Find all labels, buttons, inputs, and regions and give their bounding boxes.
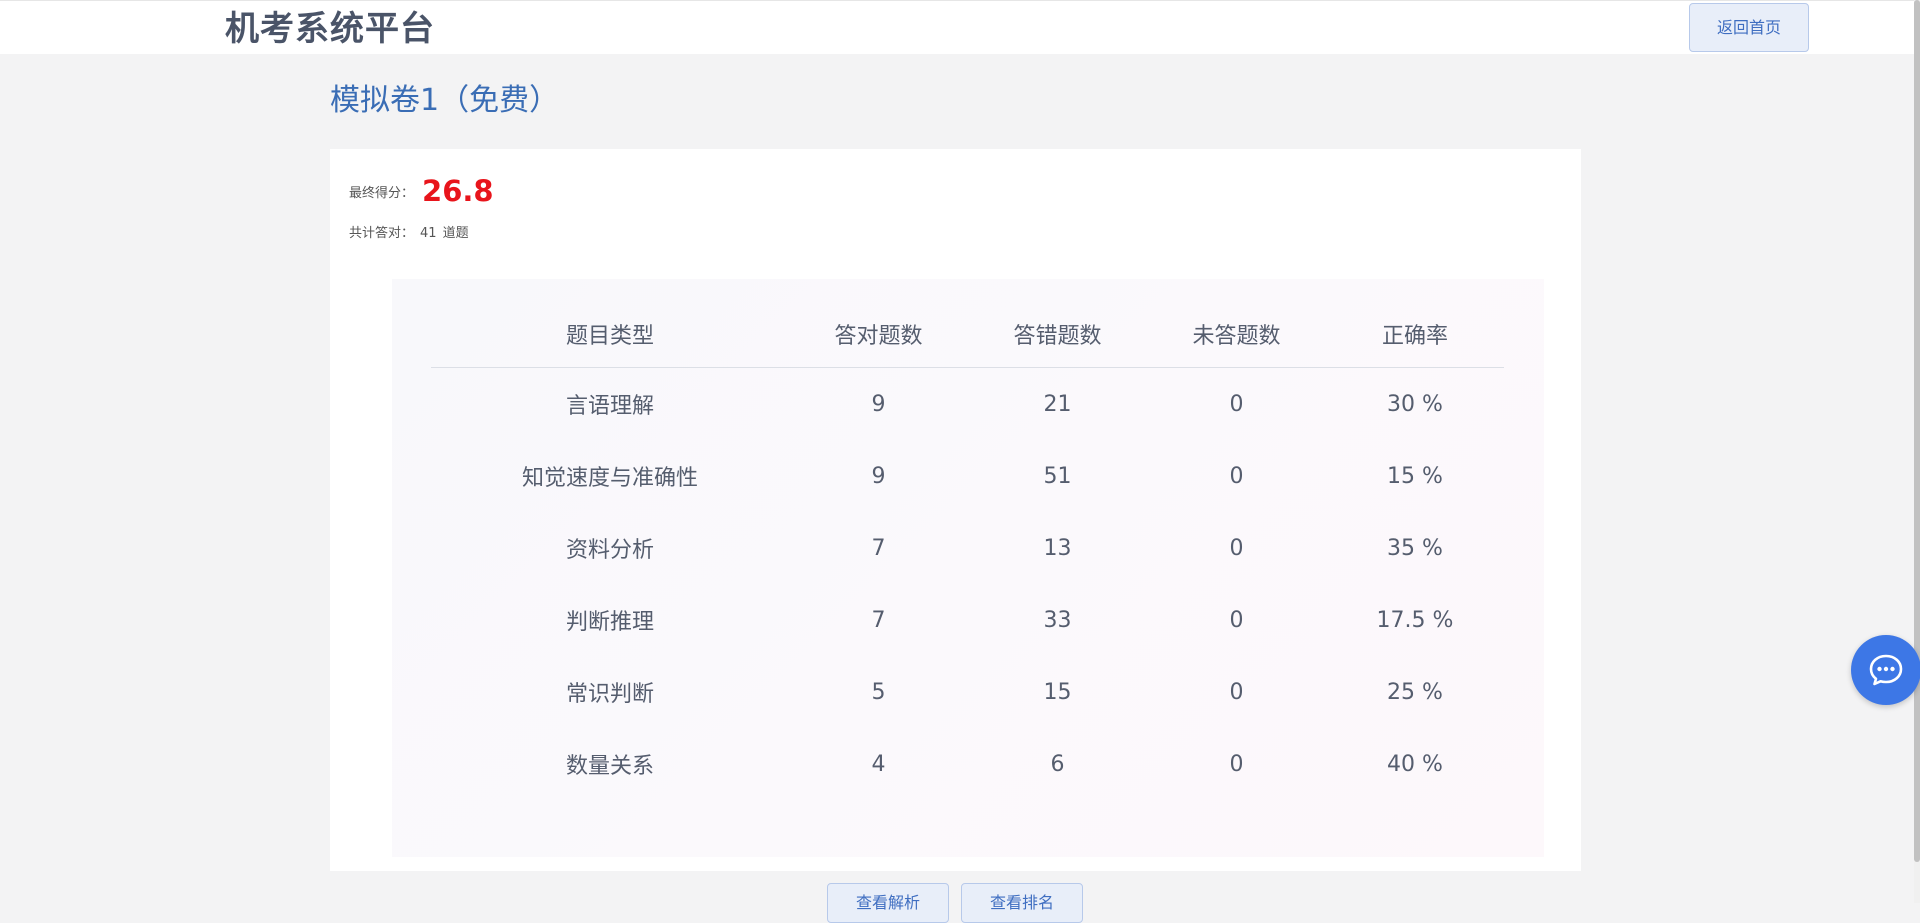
final-score-value: 26.8 xyxy=(422,174,494,208)
cell-correct-count: 5 xyxy=(871,679,886,705)
cell-accuracy: 35 % xyxy=(1387,535,1443,561)
header-accuracy: 正确率 xyxy=(1326,301,1504,368)
correct-total-count: 41 xyxy=(420,226,437,241)
cell-wrong-count: 15 xyxy=(1043,679,1072,705)
back-home-button[interactable]: 返回首页 xyxy=(1689,3,1809,52)
header-wrong-count: 答错题数 xyxy=(968,301,1147,368)
cell-correct-count: 9 xyxy=(871,391,886,417)
view-ranking-button[interactable]: 查看排名 xyxy=(961,883,1083,923)
result-card: 最终得分： 26.8 共计答对： 41 道题 题目类型 答对题数 答错题数 未答题数… xyxy=(330,149,1581,871)
cell-unanswered-count: 0 xyxy=(1229,751,1244,777)
cell-wrong-count: 21 xyxy=(1043,391,1072,417)
top-navbar: 机考系统平台 返回首页 xyxy=(0,0,1914,54)
header-question-type: 题目类型 xyxy=(431,301,789,368)
cell-unanswered-count: 0 xyxy=(1229,463,1244,489)
cell-wrong-count: 13 xyxy=(1043,535,1072,561)
cell-question-type: 资料分析 xyxy=(565,538,654,563)
cell-correct-count: 4 xyxy=(871,751,886,777)
cell-question-type: 言语理解 xyxy=(565,394,654,419)
final-score-label: 最终得分： xyxy=(349,185,415,201)
header-unanswered-count: 未答题数 xyxy=(1147,301,1326,368)
cell-unanswered-count: 0 xyxy=(1229,679,1244,705)
cell-accuracy: 30 % xyxy=(1387,391,1443,417)
correct-total-unit: 道题 xyxy=(442,226,469,241)
cell-question-type: 常识判断 xyxy=(565,682,654,707)
chat-button[interactable] xyxy=(1851,635,1920,705)
correct-total-label: 共计答对： xyxy=(349,226,415,241)
cell-wrong-count: 51 xyxy=(1043,463,1072,489)
cell-question-type: 判断推理 xyxy=(565,610,654,635)
cell-correct-count: 9 xyxy=(871,463,886,489)
cell-wrong-count: 6 xyxy=(1050,751,1065,777)
cell-correct-count: 7 xyxy=(871,535,886,561)
stats-table: 题目类型 答对题数 答错题数 未答题数 正确率 言语理解 9 21 0 30 %… xyxy=(431,301,1504,800)
cell-accuracy: 40 % xyxy=(1387,751,1443,777)
table-row: 判断推理 7 33 0 17.5 % xyxy=(431,584,1504,656)
cell-question-type: 知觉速度与准确性 xyxy=(521,466,698,491)
table-header-row: 题目类型 答对题数 答错题数 未答题数 正确率 xyxy=(431,301,1504,368)
exam-title: 模拟卷1（免费） xyxy=(330,83,560,118)
chat-bubble-icon xyxy=(1869,654,1903,686)
scrollbar-track[interactable] xyxy=(1914,0,1920,903)
cell-unanswered-count: 0 xyxy=(1229,535,1244,561)
cell-unanswered-count: 0 xyxy=(1229,391,1244,417)
table-row: 知觉速度与准确性 9 51 0 15 % xyxy=(431,440,1504,512)
stats-table-panel: 题目类型 答对题数 答错题数 未答题数 正确率 言语理解 9 21 0 30 %… xyxy=(392,279,1544,857)
cell-accuracy: 25 % xyxy=(1387,679,1443,705)
cell-accuracy: 17.5 % xyxy=(1376,607,1454,633)
table-row: 常识判断 5 15 0 25 % xyxy=(431,656,1504,728)
correct-total-row: 共计答对： 41 道题 xyxy=(349,224,475,244)
cell-question-type: 数量关系 xyxy=(565,754,654,779)
cell-wrong-count: 33 xyxy=(1043,607,1072,633)
scrollbar-thumb[interactable] xyxy=(1914,0,1920,862)
table-row: 资料分析 7 13 0 35 % xyxy=(431,512,1504,584)
app-title: 机考系统平台 xyxy=(225,9,435,49)
final-score-row: 最终得分： 26.8 xyxy=(349,171,494,211)
table-row: 言语理解 9 21 0 30 % xyxy=(431,368,1504,441)
cell-correct-count: 7 xyxy=(871,607,886,633)
cell-accuracy: 15 % xyxy=(1387,463,1443,489)
cell-unanswered-count: 0 xyxy=(1229,607,1244,633)
header-correct-count: 答对题数 xyxy=(789,301,968,368)
table-row: 数量关系 4 6 0 40 % xyxy=(431,728,1504,800)
view-analysis-button[interactable]: 查看解析 xyxy=(827,883,949,923)
